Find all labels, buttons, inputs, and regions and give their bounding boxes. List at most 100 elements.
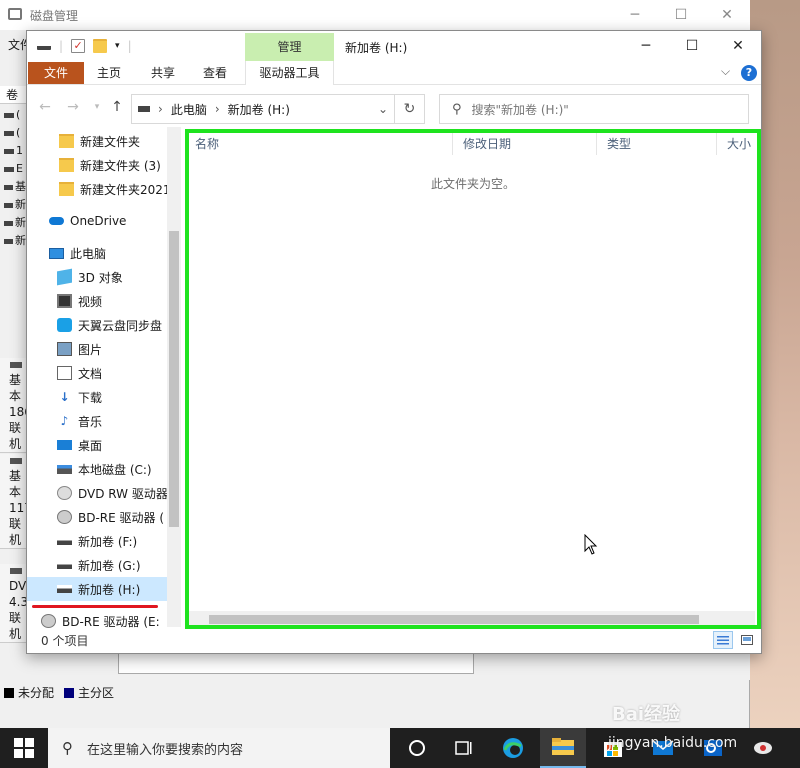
volume-row[interactable]: 基 [0, 178, 26, 196]
disk-info-block[interactable]: 基本 117 联机 [0, 454, 32, 549]
large-icons-view-icon[interactable] [737, 631, 757, 649]
disk-management-titlebar: 磁盘管理 ─ ☐ ✕ [0, 0, 750, 30]
volume-column-header[interactable]: 卷 [0, 86, 26, 104]
tab-drive-tools[interactable]: 驱动器工具 [245, 61, 334, 85]
file-explorer-taskbar-icon[interactable] [540, 728, 586, 768]
music-icon: ♪ [60, 414, 69, 428]
desktop-icon [57, 440, 72, 450]
drive-icon [57, 537, 72, 545]
minimize-icon[interactable]: ─ [623, 31, 669, 61]
local-disk-icon [57, 464, 72, 474]
nav-item[interactable]: 此电脑 [27, 241, 167, 265]
nav-item[interactable]: 新加卷 (F:) [27, 529, 167, 553]
drive-icon [4, 202, 13, 208]
app-icon[interactable] [740, 728, 786, 768]
maximize-icon[interactable]: ☐ [670, 4, 692, 26]
manage-context-tab[interactable]: 管理 [245, 33, 334, 61]
volume-row[interactable]: 1 [0, 142, 26, 160]
disk-info-line: DV [9, 579, 27, 593]
chevron-down-icon[interactable]: ⌄ [378, 102, 388, 116]
edge-browser-icon[interactable] [490, 728, 536, 768]
maximize-icon[interactable]: ☐ [669, 31, 715, 61]
nav-item-label: 桌面 [78, 438, 103, 453]
customize-toolbar-icon[interactable]: ▾ [115, 41, 120, 51]
volume-row-label: 1 [16, 144, 23, 157]
view-toggle [713, 631, 757, 649]
disk-icon [10, 362, 22, 368]
nav-item[interactable]: 本地磁盘 (C:) [27, 457, 167, 481]
navigation-scrollbar-thumb[interactable] [169, 231, 179, 527]
nav-item-selected[interactable]: 新加卷 (H:) [27, 577, 167, 601]
cortana-icon[interactable] [394, 728, 440, 768]
disk-info-line: 基本 [9, 373, 22, 403]
volume-row[interactable]: E [0, 160, 26, 178]
nav-item[interactable]: 图片 [27, 337, 167, 361]
nav-item[interactable]: 天翼云盘同步盘 [27, 313, 167, 337]
up-arrow-icon[interactable]: ↑ [107, 97, 127, 117]
nav-item[interactable]: BD-RE 驱动器 ( [27, 505, 167, 529]
breadcrumb-this-pc[interactable]: 此电脑 [171, 101, 207, 118]
details-view-icon[interactable] [713, 631, 733, 649]
taskbar-search[interactable]: ⚲ 在这里输入你要搜索的内容 [48, 728, 390, 768]
chevron-right-icon[interactable]: › [215, 102, 220, 116]
task-view-icon[interactable] [440, 728, 486, 768]
refresh-icon[interactable]: ↻ [395, 94, 425, 124]
disk-legend: 未分配 主分区 [4, 684, 120, 701]
tab-view[interactable]: 查看 [195, 62, 235, 84]
nav-item[interactable]: BD-RE 驱动器 (E: [27, 609, 167, 629]
nav-item-label: 本地磁盘 (C:) [78, 462, 152, 477]
volume-row[interactable]: ( [0, 106, 26, 124]
nav-item[interactable]: 新建文件夹2021 [27, 177, 167, 201]
volume-row[interactable]: ( [0, 124, 26, 142]
drive-icon [37, 42, 51, 50]
mouse-cursor-icon [584, 534, 598, 555]
address-bar[interactable]: › 此电脑 › 新加卷 (H:) ⌄ [131, 94, 395, 124]
drive-icon [4, 112, 14, 118]
volume-row[interactable]: 新 [0, 232, 26, 250]
taskbar-search-placeholder: 在这里输入你要搜索的内容 [87, 742, 244, 758]
nav-item[interactable]: 文档 [27, 361, 167, 385]
search-icon: ⚲ [62, 739, 73, 757]
tab-share[interactable]: 共享 [143, 62, 183, 84]
legend-label: 未分配 [18, 686, 55, 700]
back-arrow-icon[interactable]: ← [35, 97, 55, 117]
computer-icon [49, 247, 64, 259]
volume-row-label: E [16, 162, 23, 175]
nav-item[interactable]: 新加卷 (G:) [27, 553, 167, 577]
close-icon[interactable]: ✕ [715, 31, 761, 61]
recent-locations-icon[interactable]: ▾ [87, 97, 107, 117]
search-box[interactable]: ⚲ 搜索"新加卷 (H:)" [439, 94, 749, 124]
nav-item-label: OneDrive [70, 214, 127, 228]
chevron-right-icon[interactable]: › [158, 102, 163, 116]
disk-info-block[interactable]: 基本 186 联机 [0, 358, 32, 453]
nav-item[interactable]: ♪ 音乐 [27, 409, 167, 433]
tab-home[interactable]: 主页 [89, 62, 129, 84]
nav-item[interactable]: 新建文件夹 (3) [27, 153, 167, 177]
properties-icon[interactable]: ✓ [71, 39, 86, 53]
status-item-count: 0 个项目 [41, 634, 89, 648]
nav-item[interactable]: DVD RW 驱动器 [27, 481, 167, 505]
disk-info-line: 186 [9, 405, 32, 419]
nav-item[interactable]: 视频 [27, 289, 167, 313]
disk-info-block[interactable]: DV 4.3 联机 [0, 564, 28, 643]
nav-item[interactable]: 3D 对象 [27, 265, 167, 289]
legend-swatch [64, 687, 75, 698]
nav-item[interactable]: OneDrive [27, 209, 167, 233]
volume-row[interactable]: 新 [0, 214, 26, 232]
breadcrumb-current[interactable]: 新加卷 (H:) [228, 101, 290, 118]
new-folder-icon[interactable] [93, 39, 108, 53]
close-icon[interactable]: ✕ [716, 4, 738, 26]
folder-icon [59, 134, 74, 148]
tab-file[interactable]: 文件 [28, 62, 84, 84]
forward-arrow-icon[interactable]: → [63, 97, 83, 117]
nav-item[interactable]: ↓ 下载 [27, 385, 167, 409]
nav-item[interactable]: 桌面 [27, 433, 167, 457]
help-icon[interactable]: ? [741, 65, 757, 81]
download-icon: ↓ [59, 390, 70, 404]
chevron-down-icon[interactable]: ⌵ [721, 64, 730, 79]
volume-row[interactable]: 新 [0, 196, 26, 214]
nav-item[interactable]: 新建文件夹 [27, 129, 167, 153]
windows-start-icon[interactable] [14, 738, 34, 758]
minimize-icon[interactable]: ─ [624, 4, 646, 26]
volume-row-label: 基 [15, 180, 26, 193]
